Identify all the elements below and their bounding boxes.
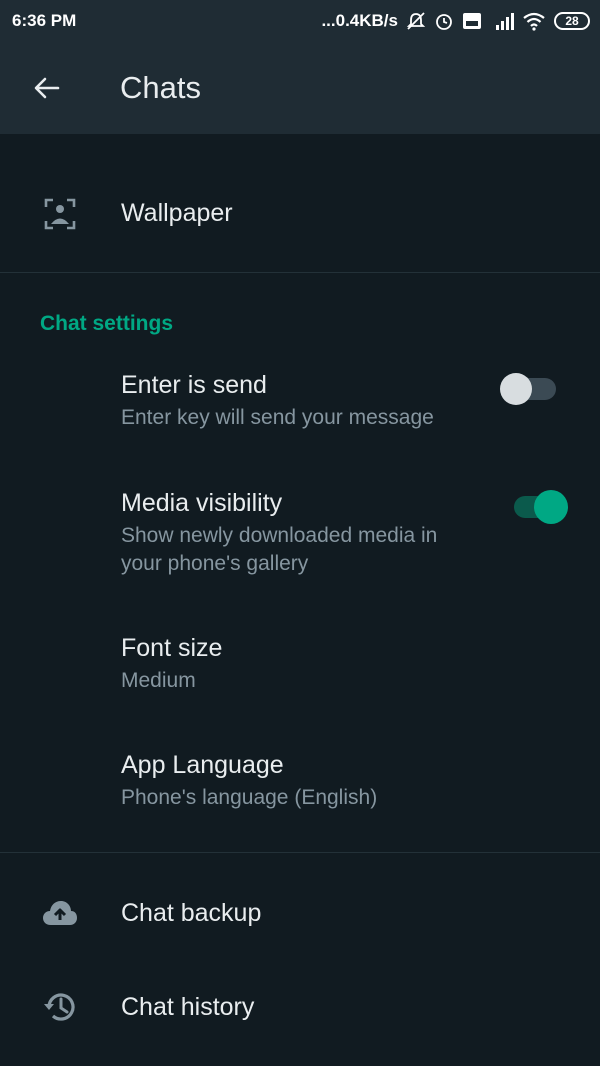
font-size-row[interactable]: Font size Medium	[0, 624, 600, 708]
toggle-knob	[500, 373, 532, 405]
divider	[0, 852, 600, 853]
wallpaper-label: Wallpaper	[121, 199, 233, 227]
battery-icon: 28	[554, 12, 590, 30]
wifi-icon	[523, 12, 545, 31]
arrow-left-icon	[34, 77, 60, 99]
chat-backup-label: Chat backup	[121, 899, 262, 927]
enter-is-send-label: Enter is send	[121, 371, 267, 399]
media-visibility-label: Media visibility	[121, 489, 283, 517]
wallpaper-row[interactable]: Wallpaper	[0, 164, 600, 264]
media-visibility-toggle[interactable]	[512, 489, 572, 525]
status-time: 6:36 PM	[12, 11, 77, 30]
history-icon	[40, 987, 80, 1027]
wallpaper-icon	[40, 194, 80, 234]
media-visibility-description-line1: Show newly downloaded media in	[121, 524, 438, 547]
mute-icon	[406, 12, 426, 30]
status-bar: 6:36 PM ...0.4KB/s 28	[0, 0, 600, 42]
app-language-value: Phone's language (English)	[121, 786, 378, 809]
back-button[interactable]	[17, 58, 77, 118]
font-size-label: Font size	[121, 634, 223, 662]
media-visibility-description-line2: your phone's gallery	[121, 552, 309, 575]
alarm-icon	[436, 14, 452, 30]
battery-level: 28	[565, 14, 579, 28]
cloud-upload-icon	[40, 893, 80, 933]
chat-history-label: Chat history	[121, 993, 255, 1021]
signal-icon	[496, 13, 514, 30]
app-language-row[interactable]: App Language Phone's language (English)	[0, 741, 600, 825]
network-speed: ...0.4KB/s	[321, 11, 398, 30]
app-bar: Chats	[0, 42, 600, 134]
media-visibility-row[interactable]: Media visibility Show newly downloaded m…	[0, 478, 600, 588]
font-size-value: Medium	[121, 669, 196, 692]
status-icons: ...0.4KB/s 28	[321, 11, 590, 31]
volte-icon	[463, 13, 481, 29]
divider	[0, 272, 600, 273]
page-title: Chats	[120, 70, 201, 105]
chat-history-row[interactable]: Chat history	[0, 960, 600, 1054]
section-header-chat-settings: Chat settings	[40, 312, 174, 335]
enter-is-send-toggle[interactable]	[500, 372, 560, 406]
app-language-label: App Language	[121, 751, 284, 779]
chat-backup-row[interactable]: Chat backup	[0, 866, 600, 960]
toggle-knob	[534, 490, 568, 524]
enter-is-send-description: Enter key will send your message	[121, 406, 434, 429]
